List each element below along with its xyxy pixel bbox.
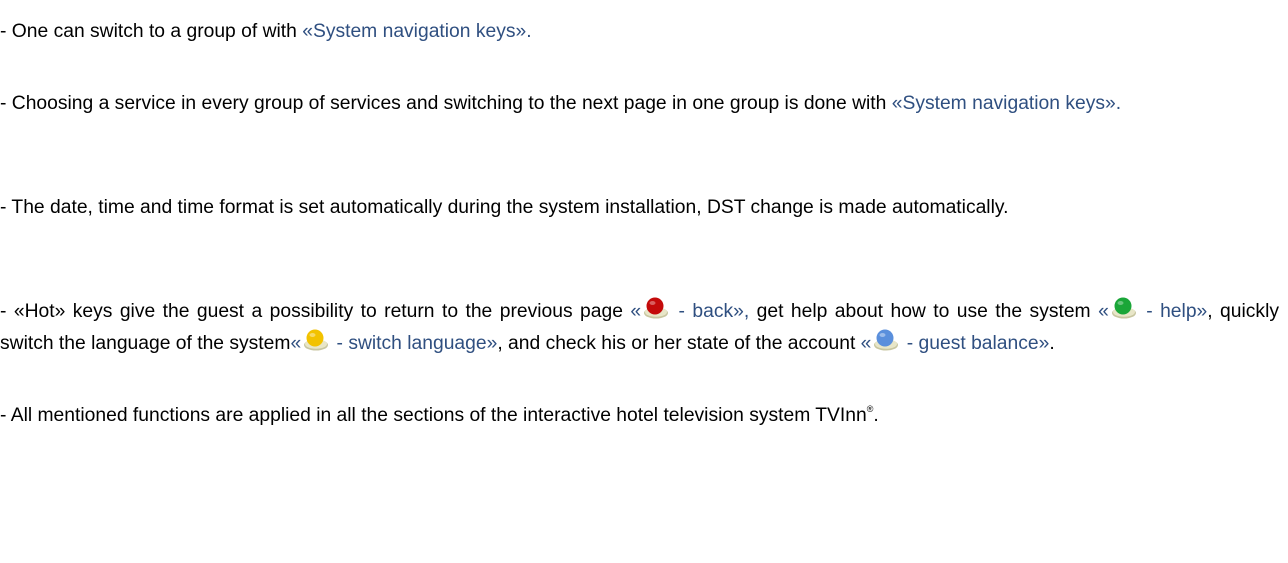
paragraph-text: , and check his or her state of the acco… [497, 333, 861, 354]
paragraph-text: - One can switch to a group of with [0, 21, 303, 42]
paragraph-date-time: - The date, time and time format is set … [0, 192, 1279, 224]
back-key-reference: « - back», [630, 297, 750, 322]
green-remote-key-icon [1111, 296, 1137, 320]
system-navigation-keys-reference: «System navigation keys». [302, 21, 532, 42]
paragraph-text: get help about how to use the system [749, 301, 1099, 322]
back-key-label: - back», [671, 301, 750, 322]
paragraph-all-functions: - All mentioned functions are applied in… [0, 400, 1279, 432]
quote-mark: « [1098, 301, 1109, 322]
help-key-label: - help» [1138, 301, 1208, 322]
paragraph-text: - All mentioned functions are applied in… [0, 405, 867, 426]
guest-balance-key-label: - guest balance» [901, 333, 1050, 354]
paragraph-text: - The date, time and time format is set … [0, 197, 1009, 218]
paragraph-text: . [873, 405, 879, 426]
blue-remote-key-icon [873, 328, 899, 352]
quote-mark: « [290, 333, 302, 354]
help-key-reference: « - help» [1098, 297, 1208, 322]
switch-language-key-reference: « - switch language» [290, 329, 498, 354]
switch-language-key-label: - switch language» [331, 333, 498, 354]
guest-balance-key-reference: « - guest balance» [860, 329, 1050, 354]
paragraph-text: . [1049, 333, 1055, 354]
paragraph-text: - «Hot» keys give the guest a possibilit… [0, 301, 631, 322]
yellow-remote-key-icon [303, 328, 329, 352]
system-navigation-keys-reference: «System navigation keys». [891, 93, 1122, 114]
document-page: - One can switch to a group of with «Sys… [0, 0, 1288, 563]
paragraph-text: - Choosing a service in every group of s… [0, 93, 892, 114]
red-remote-key-icon [643, 296, 669, 320]
paragraph-hot-keys: - «Hot» keys give the guest a possibilit… [0, 296, 1279, 360]
quote-mark: « [630, 301, 642, 322]
quote-mark: « [860, 333, 872, 354]
paragraph-choosing-service: - Choosing a service in every group of s… [0, 88, 1279, 120]
paragraph-navigation-groups: - One can switch to a group of with «Sys… [0, 16, 1279, 48]
